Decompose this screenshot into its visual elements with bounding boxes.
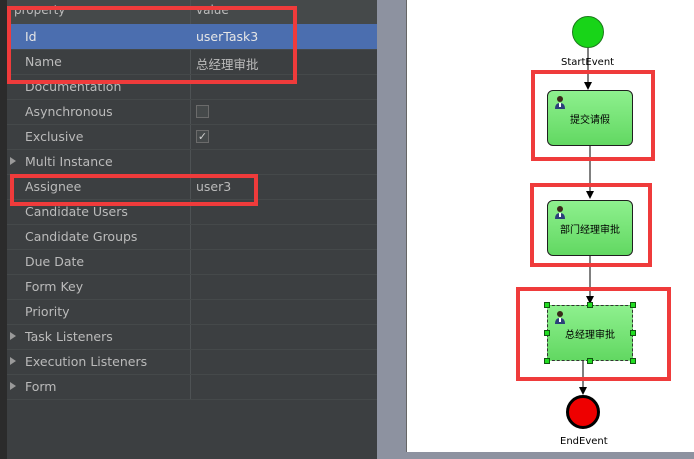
property-name: Due Date: [25, 254, 85, 269]
property-name: Execution Listeners: [25, 354, 148, 369]
property-name: Form Key: [25, 279, 84, 294]
editor-gutter: [377, 0, 406, 459]
property-name: Candidate Groups: [25, 229, 138, 244]
property-row-task-listeners[interactable]: Task Listeners: [7, 324, 377, 350]
property-name: Asynchronous: [25, 104, 113, 119]
property-name: Exclusive: [25, 129, 84, 144]
property-name: Name: [25, 54, 62, 69]
property-row-documentation[interactable]: Documentation: [7, 74, 377, 100]
property-name: Assignee: [25, 179, 82, 194]
task-label: 部门经理审批: [560, 225, 620, 236]
expand-arrow-icon[interactable]: [10, 332, 16, 340]
property-row-exclusive[interactable]: Exclusive ✓: [7, 124, 377, 150]
expand-arrow-icon[interactable]: [10, 382, 16, 390]
property-name: Task Listeners: [25, 329, 113, 344]
user-icon: [555, 311, 565, 324]
task-label: 总经理审批: [565, 330, 615, 341]
user-icon: [555, 96, 565, 109]
property-row-candidate-users[interactable]: Candidate Users: [7, 199, 377, 225]
exclusive-checkbox[interactable]: ✓: [196, 130, 209, 143]
end-event-label: EndEvent: [560, 436, 608, 447]
properties-header: property value: [7, 0, 377, 25]
canvas-bottom-bar: [377, 452, 694, 459]
property-name: Priority: [25, 304, 70, 319]
property-row-priority[interactable]: Priority: [7, 299, 377, 325]
property-name: Multi Instance: [25, 154, 113, 169]
left-edge-strip: [0, 0, 7, 459]
expand-arrow-icon[interactable]: [10, 357, 16, 365]
expand-arrow-icon[interactable]: [10, 157, 16, 165]
resize-handle-e[interactable]: [630, 330, 636, 336]
resize-handle-se[interactable]: [630, 358, 636, 364]
property-row-id[interactable]: Id userTask3: [7, 24, 377, 50]
property-name: Documentation: [25, 79, 122, 94]
start-event-label: StartEvent: [561, 57, 615, 68]
resize-handle-nw[interactable]: [544, 302, 550, 308]
property-row-form[interactable]: Form: [7, 374, 377, 400]
property-name: Form: [25, 379, 57, 394]
task-label: 提交请假: [570, 115, 610, 126]
user-icon: [555, 206, 565, 219]
property-value[interactable]: userTask3: [196, 29, 258, 44]
task-submit-leave[interactable]: 提交请假: [547, 90, 633, 146]
property-row-multi-instance[interactable]: Multi Instance: [7, 149, 377, 175]
property-row-form-key[interactable]: Form Key: [7, 274, 377, 300]
property-row-name[interactable]: Name 总经理审批: [7, 49, 377, 75]
start-event[interactable]: [572, 16, 604, 48]
resize-handle-s[interactable]: [587, 358, 593, 364]
resize-handle-w[interactable]: [544, 330, 550, 336]
property-row-asynchronous[interactable]: Asynchronous: [7, 99, 377, 125]
property-row-execution-listeners[interactable]: Execution Listeners: [7, 349, 377, 375]
property-row-candidate-groups[interactable]: Candidate Groups: [7, 224, 377, 250]
property-row-due-date[interactable]: Due Date: [7, 249, 377, 275]
task-general-manager-approval[interactable]: 总经理审批: [547, 305, 633, 361]
property-name: Candidate Users: [25, 204, 128, 219]
task-department-manager-approval[interactable]: 部门经理审批: [547, 200, 633, 256]
property-value[interactable]: 总经理审批: [196, 54, 259, 73]
resize-handle-n[interactable]: [587, 302, 593, 308]
asynchronous-checkbox[interactable]: [196, 105, 209, 118]
property-value[interactable]: user3: [196, 179, 231, 194]
properties-panel: property value Id userTask3 Name 总经理审批 D…: [7, 0, 377, 459]
property-column-header: property: [14, 3, 66, 17]
property-row-assignee[interactable]: Assignee user3: [7, 174, 377, 200]
end-event[interactable]: [566, 395, 600, 429]
resize-handle-ne[interactable]: [630, 302, 636, 308]
resize-handle-sw[interactable]: [544, 358, 550, 364]
property-name: Id: [25, 29, 37, 44]
value-column-header: value: [196, 3, 229, 17]
